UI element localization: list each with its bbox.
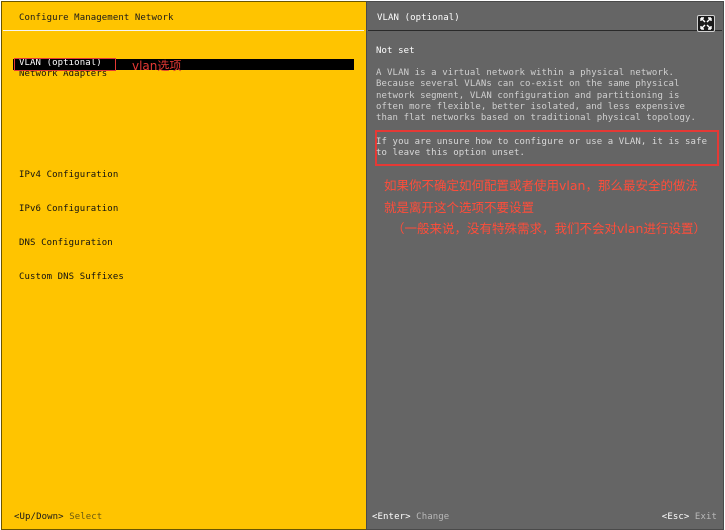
menu-item-dns-suffixes[interactable]: Custom DNS Suffixes: [19, 272, 124, 283]
menu-item-ipv4[interactable]: IPv4 Configuration: [19, 170, 124, 181]
annotation-chinese-note: 如果你不确定如何配置或者使用vlan，那么最安全的做法 就是离开这个选项不要设置…: [384, 175, 706, 240]
close-expand-icon[interactable]: [697, 15, 715, 32]
right-footer-left: <Enter> Change: [372, 512, 449, 523]
vlan-warning: If you are unsure how to configure or us…: [376, 137, 708, 159]
left-title: Configure Management Network: [19, 13, 174, 23]
vlan-value: Not set: [376, 46, 415, 56]
menu-item-ipv6[interactable]: IPv6 Configuration: [19, 204, 124, 215]
footer-key-enter: <Enter>: [372, 512, 411, 522]
annotation-vlan-option: vlan选项: [132, 59, 182, 73]
annotation-highlight-box: [14, 58, 116, 71]
right-title: VLAN (optional): [377, 13, 460, 23]
menu-spacer: [19, 136, 124, 148]
annotation-line: 就是离开这个选项不要设置: [384, 199, 535, 215]
right-header: VLAN (optional): [368, 5, 722, 32]
right-panel: VLAN (optional) Not set A VLAN is a virt…: [366, 1, 724, 530]
vlan-description: A VLAN is a virtual network within a phy…: [376, 68, 697, 124]
annotation-line: （一般来说，没有特殊需求，我们不会对vlan进行设置）: [392, 221, 706, 236]
footer-key-updown: <Up/Down>: [14, 512, 64, 522]
menu-item-dns[interactable]: DNS Configuration: [19, 238, 124, 249]
right-footer-right: <Esc> Exit: [662, 512, 717, 523]
menu-item-vlan-placeholder: [19, 102, 124, 113]
footer-action-change: Change: [416, 512, 450, 522]
footer-action-exit: Exit: [694, 512, 717, 522]
footer-key-esc: <Esc>: [661, 512, 690, 522]
left-header: Configure Management Network: [3, 5, 364, 31]
annotation-line: 如果你不确定如何配置或者使用vlan，那么最安全的做法: [384, 178, 698, 193]
left-footer: <Up/Down> Select: [14, 512, 102, 523]
network-menu: Network Adapters IPv4 Configuration IPv6…: [19, 46, 124, 306]
footer-action-select: Select: [69, 512, 103, 522]
left-panel: Configure Management Network Network Ada…: [1, 1, 366, 530]
